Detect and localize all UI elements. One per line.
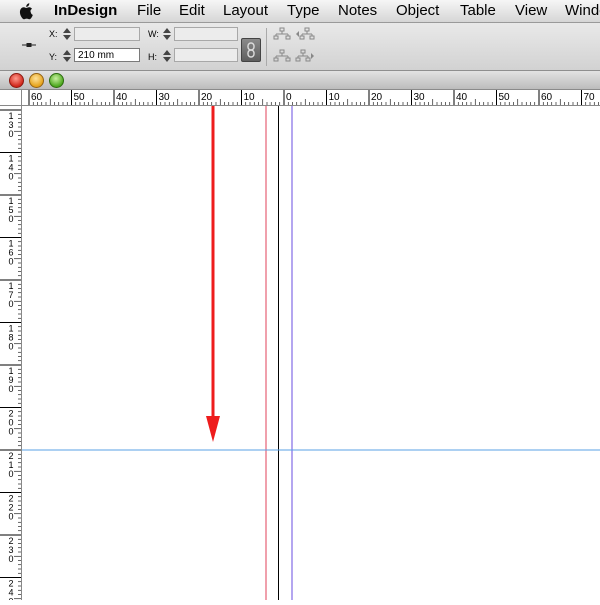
h-ruler-label: 40: [116, 92, 128, 103]
h-ruler-label: 60: [31, 92, 43, 103]
menu-edit[interactable]: Edit: [179, 2, 205, 19]
document-page[interactable]: [22, 106, 600, 600]
h-ruler-label: 30: [414, 92, 426, 103]
window-zoom-button[interactable]: [49, 73, 64, 88]
menu-table[interactable]: Table: [460, 2, 496, 19]
v-ruler-label: 140: [8, 154, 13, 182]
v-ruler-label: 150: [8, 196, 13, 224]
v-ruler-label: 190: [8, 366, 13, 394]
y-label: Y:: [49, 52, 57, 62]
h-ruler-label: 50: [74, 92, 86, 103]
menu-object[interactable]: Object: [396, 2, 439, 19]
menu-view[interactable]: View: [515, 2, 547, 19]
w-field[interactable]: [174, 27, 238, 41]
y-field[interactable]: 210 mm: [74, 48, 140, 62]
v-ruler-label: 130: [8, 111, 13, 139]
v-ruler-label: 180: [8, 324, 13, 352]
select-content-icon[interactable]: [272, 49, 292, 63]
vertical-ruler[interactable]: 130 140 150 160 170 180 190 200 210 220 230 240: [0, 106, 22, 600]
v-ruler-label: 240: [8, 579, 13, 601]
menu-layout[interactable]: Layout: [223, 2, 268, 19]
y-stepper[interactable]: [62, 48, 72, 64]
control-panel: X: Y: 210 mm W: H:: [0, 23, 600, 71]
h-label: H:: [148, 52, 157, 62]
select-previous-icon[interactable]: [295, 27, 315, 41]
select-next-icon[interactable]: [295, 49, 315, 63]
h-ruler-label: 70: [584, 92, 596, 103]
document-titlebar: [0, 71, 600, 90]
reference-point-icon[interactable]: [22, 43, 36, 47]
h-ruler-label: 60: [541, 92, 553, 103]
window-minimize-button[interactable]: [29, 73, 44, 88]
toolbar-divider: [266, 28, 267, 66]
h-ruler-label: 0: [286, 92, 292, 103]
v-ruler-label: 230: [8, 536, 13, 564]
h-ruler-label: 20: [201, 92, 213, 103]
x-label: X:: [49, 29, 58, 39]
v-ruler-label: 160: [8, 239, 13, 267]
h-ruler-label: 50: [499, 92, 511, 103]
h-ruler-label: 20: [371, 92, 383, 103]
w-stepper[interactable]: [162, 26, 172, 42]
x-field[interactable]: [74, 27, 140, 41]
vertical-ruler-scale: 130 140 150 160 170 180 190 200 210 220 230 240: [0, 106, 22, 600]
menu-file[interactable]: File: [137, 2, 161, 19]
horizontal-ruler-scale: 60 50 40 30 20 10 0 10 20 30 40 50 60 70: [22, 90, 600, 106]
menu-bar: InDesign File Edit Layout Type Notes Obj…: [0, 0, 600, 23]
h-ruler-label: 30: [159, 92, 171, 103]
h-field[interactable]: [174, 48, 238, 62]
v-ruler-label: 220: [8, 494, 13, 522]
apple-icon[interactable]: [18, 2, 36, 20]
x-stepper[interactable]: [62, 26, 72, 42]
horizontal-ruler[interactable]: 60 50 40 30 20 10 0 10 20 30 40 50 60 70: [22, 90, 600, 106]
w-label: W:: [148, 29, 159, 39]
v-ruler-label: 200: [8, 409, 13, 437]
ruler-origin[interactable]: [0, 90, 22, 106]
v-ruler-label: 210: [8, 451, 13, 479]
constrain-proportions-button[interactable]: [241, 38, 261, 62]
h-stepper[interactable]: [162, 48, 172, 64]
window-close-button[interactable]: [9, 73, 24, 88]
h-ruler-label: 40: [456, 92, 468, 103]
h-ruler-label: 10: [244, 92, 256, 103]
v-ruler-label: 170: [8, 281, 13, 309]
select-container-icon[interactable]: [272, 27, 292, 41]
page-canvas: [22, 106, 600, 600]
constrain-proportions-icon: [242, 39, 260, 61]
h-ruler-label: 10: [329, 92, 341, 103]
menu-window[interactable]: Windo: [565, 2, 600, 19]
menu-type[interactable]: Type: [287, 2, 320, 19]
menu-notes[interactable]: Notes: [338, 2, 377, 19]
menu-app-name[interactable]: InDesign: [54, 2, 117, 19]
drag-annotation-arrow: [206, 106, 220, 442]
